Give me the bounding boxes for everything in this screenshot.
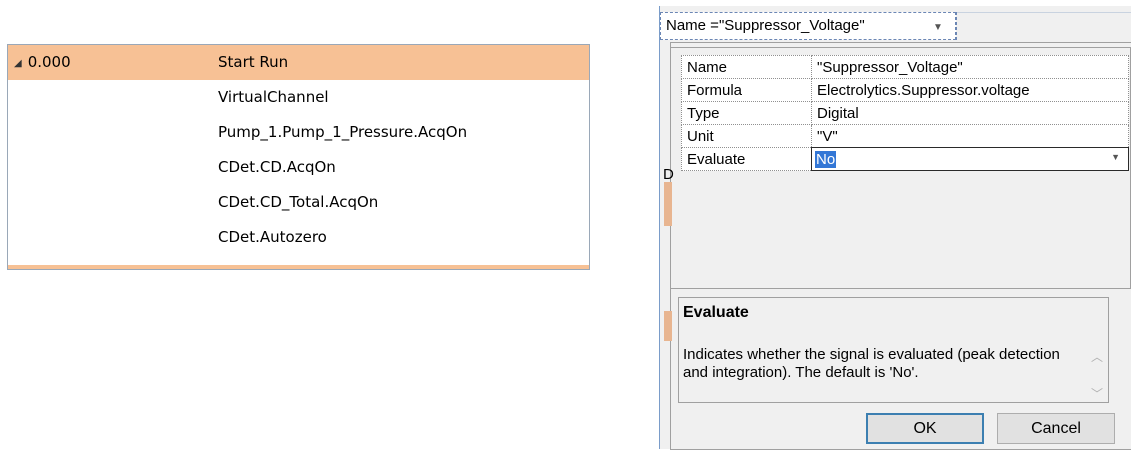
ok-button[interactable]: OK <box>866 413 984 444</box>
method-row[interactable]: Pump_1.Pump_1_Pressure.AcqOn <box>8 115 589 150</box>
time-cell: ◢ 0.000 <box>14 45 71 81</box>
scroll-up-icon[interactable]: ︿ <box>1086 348 1108 365</box>
cancel-button[interactable]: Cancel <box>997 413 1115 444</box>
method-table: ◢ 0.000 Start Run VirtualChannel Pump_1.P… <box>7 44 590 270</box>
property-name: Unit <box>681 124 812 148</box>
property-name: Type <box>681 101 812 125</box>
collapse-triangle-icon[interactable]: ◢ <box>14 58 22 69</box>
command-label: CDet.Autozero <box>218 228 327 246</box>
evaluate-dropdown[interactable]: No ▼ <box>811 147 1129 171</box>
property-name: Formula <box>681 78 812 102</box>
command-label: VirtualChannel <box>218 88 329 106</box>
scroll-down-icon[interactable]: ﹀ <box>1086 385 1108 402</box>
help-description: Indicates whether the signal is evaluate… <box>683 346 1060 381</box>
property-value[interactable]: "V" <box>811 124 1129 148</box>
property-grid: Name "Suppressor_Voltage" Formula Electr… <box>681 55 1129 171</box>
property-row-type[interactable]: Type Digital <box>681 101 1129 125</box>
signal-name-value: Name ="Suppressor_Voltage" <box>666 17 865 34</box>
property-name: Name <box>681 55 812 79</box>
method-row[interactable]: CDet.CD.AcqOn <box>8 150 589 185</box>
command-label: CDet.CD.AcqOn <box>218 158 336 176</box>
property-row-unit[interactable]: Unit "V" <box>681 124 1129 148</box>
background-accent <box>664 182 672 226</box>
method-row[interactable]: VirtualChannel <box>8 80 589 115</box>
property-value[interactable]: Digital <box>811 101 1129 125</box>
background-label: D <box>663 166 674 183</box>
signal-name-dropdown[interactable]: Name ="Suppressor_Voltage" ▼ <box>660 12 956 40</box>
property-row-name[interactable]: Name "Suppressor_Voltage" <box>681 55 1129 79</box>
help-scrollbar[interactable]: ︿ ﹀ <box>1086 348 1108 402</box>
property-value[interactable]: "Suppressor_Voltage" <box>811 55 1129 79</box>
help-title: Evaluate <box>683 304 749 321</box>
command-label: Pump_1.Pump_1_Pressure.AcqOn <box>218 123 468 141</box>
help-panel: Evaluate Indicates whether the signal is… <box>678 297 1109 403</box>
method-row[interactable]: CDet.Autozero <box>8 220 589 255</box>
property-row-evaluate[interactable]: Evaluate No ▼ <box>681 147 1129 171</box>
property-name: Evaluate <box>681 147 812 171</box>
chevron-down-icon[interactable]: ▼ <box>1111 152 1120 162</box>
property-value[interactable]: Electrolytics.Suppressor.voltage <box>811 78 1129 102</box>
property-row-formula[interactable]: Formula Electrolytics.Suppressor.voltage <box>681 78 1129 102</box>
method-row[interactable]: CDet.CD_Total.AcqOn <box>8 185 589 220</box>
selected-row-edge <box>8 265 589 269</box>
toolbar-separator <box>956 12 957 40</box>
command-label: CDet.CD_Total.AcqOn <box>218 193 379 211</box>
command-label: Start Run <box>218 53 289 71</box>
method-row-start-run[interactable]: ◢ 0.000 Start Run <box>8 45 589 80</box>
evaluate-selected-value: No <box>815 150 837 168</box>
background-accent <box>664 311 672 341</box>
chevron-down-icon[interactable]: ▼ <box>933 15 943 41</box>
retention-time: 0.000 <box>27 53 71 71</box>
